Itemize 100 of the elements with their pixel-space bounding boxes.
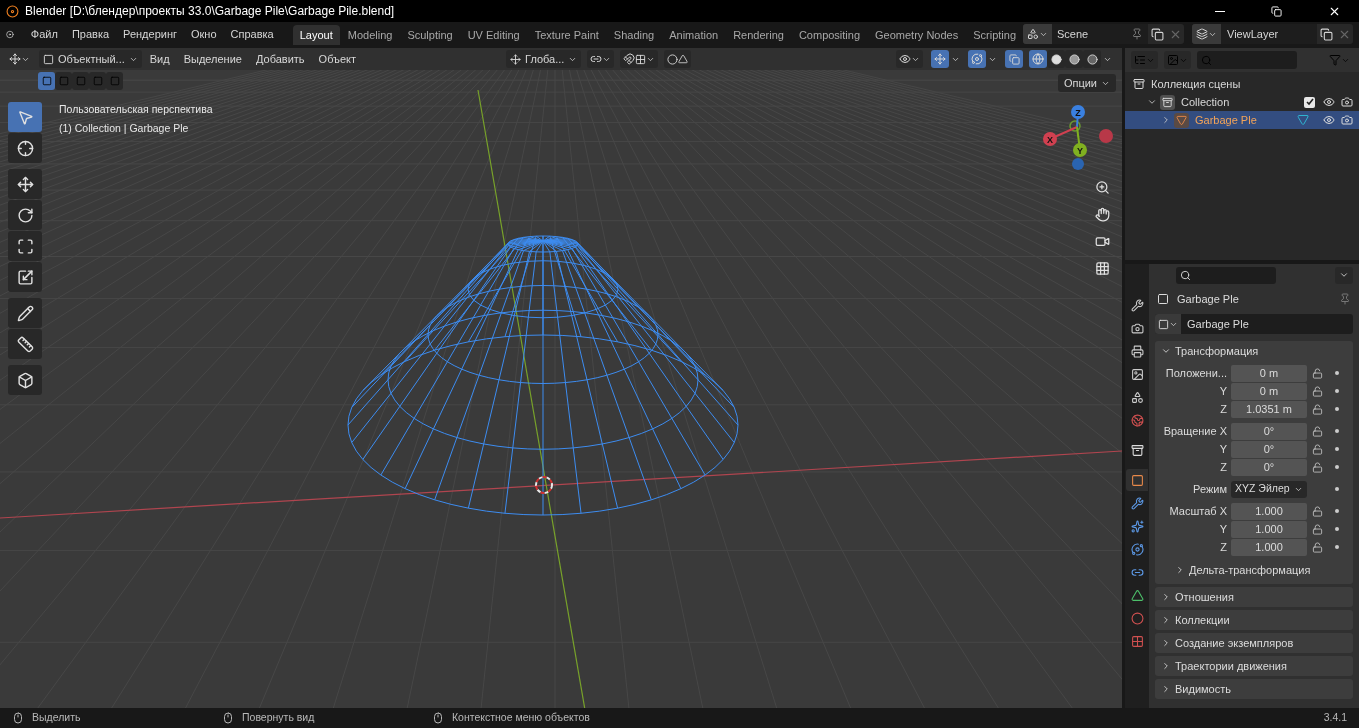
menu-item[interactable]: Справка [223,24,281,44]
tool-button[interactable] [8,200,42,230]
view-layer-browse-button[interactable] [1192,24,1221,44]
y-axis-handle[interactable]: Y [1073,126,1087,157]
proportional-edit-button[interactable] [664,50,692,68]
workspace-tab[interactable]: Compositing [791,25,868,45]
view-layer-field[interactable]: ViewLayer [1221,24,1317,44]
menu-item[interactable]: Добавить [249,50,311,68]
mesh-data-icon[interactable] [1296,114,1309,126]
overlays-toggle[interactable] [968,50,986,68]
minimize-icon[interactable] [1215,10,1225,12]
negative-x-axis-handle[interactable] [1099,129,1113,143]
lock-icon[interactable] [1312,403,1323,415]
tool-button[interactable] [8,231,42,261]
eye-icon[interactable] [1323,114,1335,126]
number-field[interactable]: 1.000 [1231,520,1307,538]
tool-button[interactable] [8,329,42,359]
panel-header[interactable]: Трансформация [1155,341,1353,361]
number-field[interactable]: 0° [1231,422,1307,440]
number-field[interactable]: 1.000 [1231,502,1307,520]
collection-icon[interactable] [1160,94,1175,110]
orientation-dropdown[interactable]: Глоба... [506,50,582,68]
panel-header[interactable]: Коллекции [1155,610,1353,630]
tool-button[interactable] [8,365,42,395]
outliner-row[interactable]: Collection [1125,93,1359,111]
pin-icon[interactable] [1339,293,1351,305]
workspace-tab[interactable]: Animation [662,25,726,45]
xray-toggle[interactable] [1005,50,1023,68]
new-view-layer-icon[interactable] [1320,27,1333,41]
menu-item[interactable]: Объект [312,50,363,68]
lock-icon[interactable] [1312,523,1323,535]
lock-icon[interactable] [1312,367,1323,379]
number-field[interactable]: 1.000 [1231,538,1307,556]
eye-icon[interactable] [1323,96,1335,108]
menu-item[interactable]: Рендеринг [116,24,184,44]
workspace-tab[interactable]: Shading [606,25,662,45]
x-axis-handle[interactable]: X [1043,126,1078,146]
visibility-button[interactable] [896,50,923,68]
menu-item[interactable]: Вид [143,50,176,68]
camera-icon[interactable] [1341,96,1353,108]
lock-icon[interactable] [1312,541,1323,553]
tool-button[interactable] [8,262,42,292]
selection-mode-button[interactable] [38,72,55,90]
lock-icon[interactable] [1312,505,1323,517]
options-dropdown[interactable]: Опции [1057,74,1116,92]
scene-browse-button[interactable] [1023,24,1052,44]
cone-wireframe-drawing[interactable] [347,235,739,516]
mode-dropdown[interactable]: Объектный... [39,50,142,68]
panel-header[interactable]: Создание экземпляров [1155,633,1353,653]
workspace-tab[interactable]: Sculpting [400,25,460,45]
restore-icon[interactable] [1271,5,1282,17]
outliner-row[interactable]: Garbage Ple [1125,111,1359,129]
search-field[interactable] [1176,266,1276,284]
lock-icon[interactable] [1312,385,1323,397]
outliner-row[interactable]: Коллекция сцены [1125,75,1359,93]
snap-button[interactable] [620,50,659,68]
workspace-tab[interactable]: Layout [292,25,340,45]
lock-icon[interactable] [1312,461,1323,473]
new-scene-icon[interactable] [1151,27,1164,41]
menu-item[interactable]: Окно [184,24,224,44]
gizmo-toggle[interactable] [931,50,949,68]
mouse-icon [432,712,444,724]
tool-button[interactable] [8,298,42,328]
panel-header[interactable]: Траектории движения [1155,656,1353,676]
pin-icon[interactable] [1131,28,1143,40]
tool-button[interactable] [8,169,42,199]
menu-item[interactable]: Файл [23,24,65,44]
workspace-tab[interactable]: Rendering [726,25,791,45]
number-field[interactable]: 0° [1231,440,1307,458]
3d-viewport[interactable]: Опции Пользовательская перспектива (1) Collection | Garbage Ple Z X Y [0,70,1122,708]
workspace-tab[interactable]: Scripting [966,25,1023,45]
camera-icon[interactable] [1341,114,1353,126]
scene-name-field[interactable]: Scene [1052,24,1148,44]
workspace-tab[interactable]: Modeling [340,25,400,45]
particles-icon [1130,519,1144,533]
number-field[interactable]: 0 m [1231,382,1307,400]
number-field[interactable]: 0° [1231,458,1307,476]
panel-header[interactable]: Отношения [1155,587,1353,607]
lock-icon[interactable] [1312,425,1323,437]
negative-y-axis-handle[interactable] [1069,120,1081,132]
number-field[interactable]: 0 m [1231,364,1307,382]
negative-z-axis-handle[interactable] [1072,158,1084,170]
workspace-tab[interactable]: Geometry Nodes [868,25,966,45]
pivot-button[interactable] [587,50,615,68]
subpanel-header[interactable]: Дельта-трансформация [1155,560,1353,580]
shading-button[interactable] [1083,50,1101,68]
workspace-tab[interactable]: UV Editing [460,25,527,45]
workspace-tab[interactable]: Texture Paint [527,25,606,45]
menu-item[interactable]: Правка [64,24,117,44]
shading-button[interactable] [1047,50,1065,68]
rotation-mode-dropdown[interactable]: XYZ Эйлер [1231,480,1307,498]
exclude-checkbox[interactable] [1304,96,1315,108]
tool-button[interactable] [8,133,42,163]
number-field[interactable]: 1.0351 m [1231,400,1307,418]
search-field[interactable] [1197,51,1297,69]
menu-item[interactable]: Выделение [177,50,248,68]
panel-header[interactable]: Видимость [1155,679,1353,699]
properties-tab[interactable] [1126,469,1148,491]
object-browse-button[interactable] [1155,314,1181,334]
lock-icon[interactable] [1312,443,1323,455]
